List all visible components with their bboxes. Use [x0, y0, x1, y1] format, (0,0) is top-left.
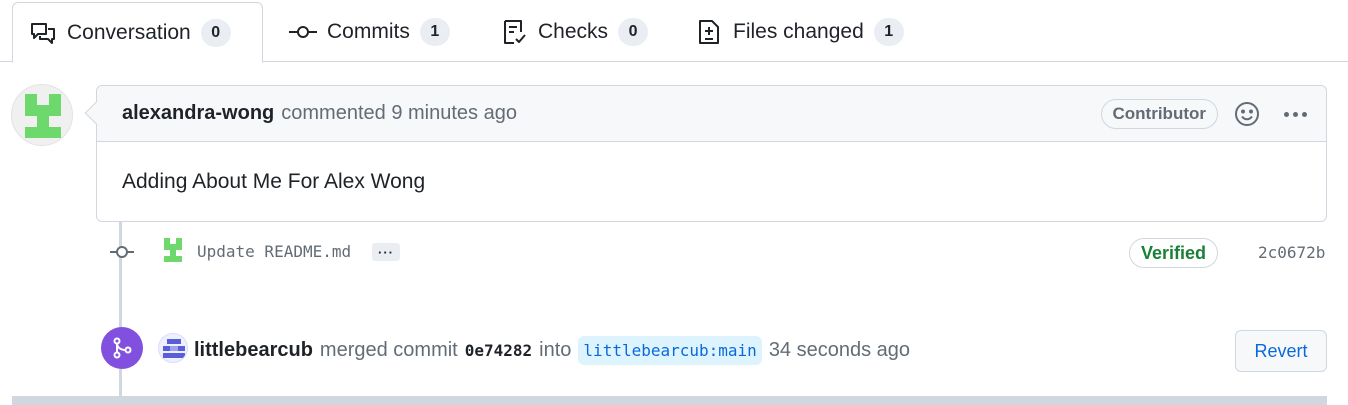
git-merge-icon	[101, 327, 143, 369]
pr-tabbar: Conversation 0 Commits 1 Checks 0 Files …	[0, 0, 1348, 63]
revert-button[interactable]: Revert	[1235, 330, 1327, 372]
merge-commit-sha-link[interactable]: 0e74282	[465, 341, 532, 360]
tab-count: 1	[873, 18, 904, 46]
section-divider	[12, 396, 1327, 405]
merge-event: littlebearcub merged commit 0e74282 into…	[194, 336, 910, 365]
commit-message-link[interactable]: Update README.md	[197, 242, 351, 261]
tab-label: Checks	[538, 20, 609, 43]
tab-count: 0	[200, 18, 231, 47]
avatar[interactable]	[158, 333, 188, 363]
merge-action-text: merged commit	[319, 339, 458, 361]
tab-label: Files changed	[733, 20, 864, 43]
kebab-menu-icon[interactable]	[1280, 101, 1310, 127]
file-diff-icon	[695, 18, 723, 46]
avatar[interactable]	[159, 236, 187, 264]
tab-label: Commits	[327, 20, 410, 43]
tab-files-changed[interactable]: Files changed 1	[679, 2, 920, 62]
merge-user-link[interactable]: littlebearcub	[194, 339, 313, 362]
contributor-badge: Contributor	[1100, 99, 1218, 129]
tab-count: 1	[419, 18, 450, 46]
comment-author[interactable]: alexandra-wong	[122, 102, 274, 125]
comment-header: alexandra-wong commented 9 minutes ago C…	[84, 86, 1326, 142]
branch-label[interactable]: littlebearcub:main	[578, 336, 762, 365]
comment-body: Adding About Me For Alex Wong	[122, 170, 426, 193]
tab-commits[interactable]: Commits 1	[273, 2, 466, 62]
merge-into-text: into	[539, 339, 572, 361]
tab-checks[interactable]: Checks 0	[484, 2, 664, 62]
tab-count: 0	[618, 18, 649, 46]
checklist-icon	[500, 18, 528, 46]
git-commit-icon	[289, 18, 317, 46]
comment-box: alexandra-wong commented 9 minutes ago C…	[84, 85, 1327, 222]
tab-label: Conversation	[67, 20, 191, 44]
merge-time[interactable]: 34 seconds ago	[769, 339, 910, 362]
avatar[interactable]	[11, 84, 73, 146]
verified-badge[interactable]: Verified	[1129, 238, 1219, 268]
smiley-icon[interactable]	[1234, 101, 1260, 127]
tab-conversation[interactable]: Conversation 0	[12, 2, 263, 63]
comment-caret	[84, 101, 108, 125]
expand-commit-button[interactable]: ···	[372, 243, 400, 261]
comment-discussion-icon	[29, 19, 57, 47]
comment-meta[interactable]: commented 9 minutes ago	[281, 102, 517, 125]
commit-sha-link[interactable]: 2c0672b	[1258, 243, 1325, 262]
git-commit-icon	[108, 238, 136, 266]
